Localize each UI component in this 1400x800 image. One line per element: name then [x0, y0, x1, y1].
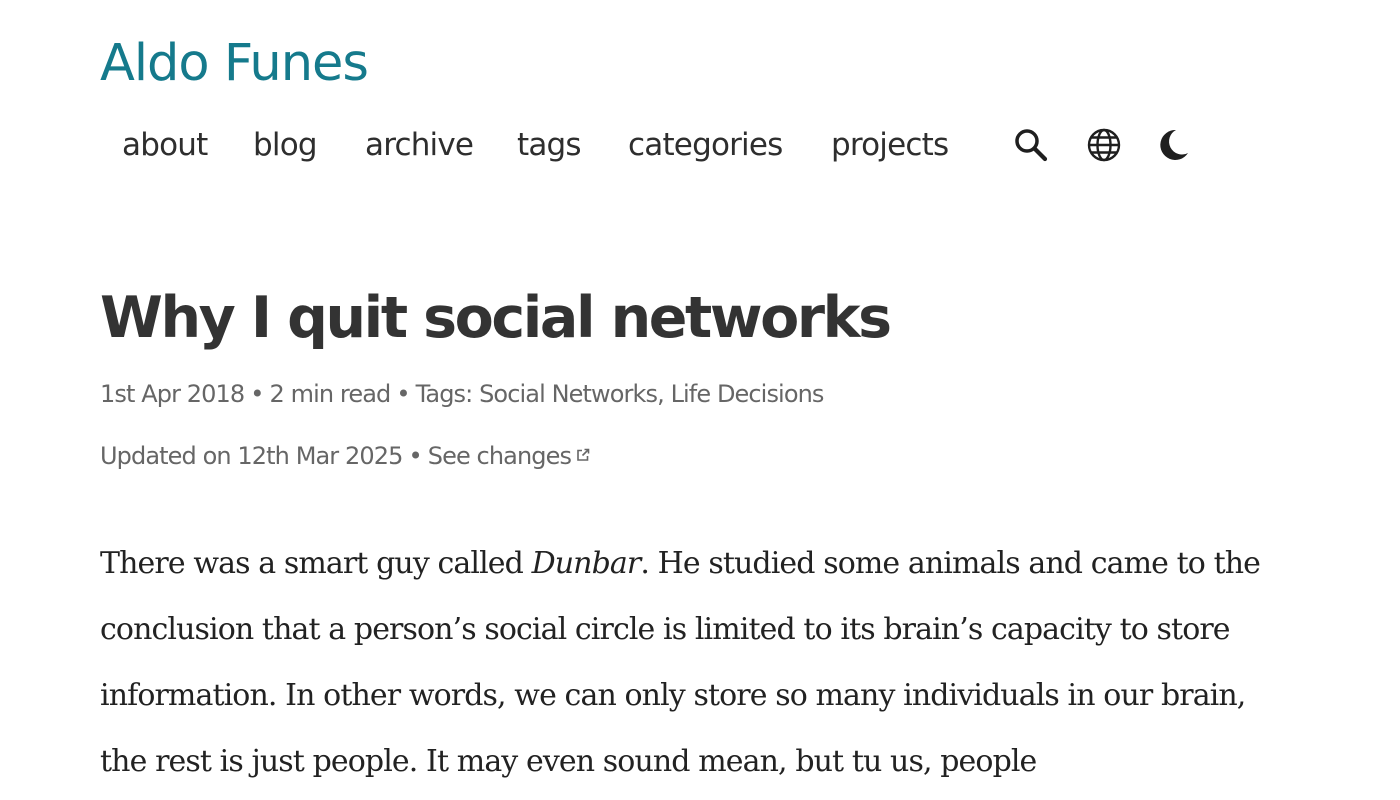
- tag-separator: ,: [657, 380, 665, 408]
- read-time: 2 min read: [269, 380, 392, 408]
- nav-item-categories[interactable]: categories: [628, 118, 783, 172]
- nav-item-about[interactable]: about: [122, 118, 208, 172]
- post-date: 1st Apr 2018: [100, 380, 245, 408]
- globe-icon[interactable]: [1085, 126, 1123, 164]
- body-emphasis-dunbar: Dunbar: [531, 546, 642, 581]
- nav-item-archive[interactable]: archive: [365, 118, 474, 172]
- post-meta: 1st Apr 2018 • 2 min read • Tags: Social Net…: [100, 378, 824, 410]
- see-changes-label: See changes: [427, 442, 572, 470]
- site-title[interactable]: Aldo Funes: [100, 30, 369, 98]
- tag-link-life-decisions[interactable]: Life Decisions: [671, 380, 825, 408]
- post-title: Why I quit social networks: [100, 285, 892, 351]
- post-body-paragraph: There was a smart guy called Dunbar. He …: [100, 531, 1290, 795]
- nav-item-blog[interactable]: blog: [253, 118, 318, 172]
- moon-icon[interactable]: [1154, 126, 1192, 164]
- external-link-icon: [575, 447, 591, 463]
- body-text: There was a smart guy called: [100, 546, 532, 581]
- nav-item-tags[interactable]: tags: [517, 118, 582, 172]
- nav-item-projects[interactable]: projects: [831, 118, 949, 172]
- tag-link-social-networks[interactable]: Social Networks: [479, 380, 658, 408]
- main-nav: about blog archive tags categories proje…: [100, 118, 1220, 172]
- tags-label: Tags:: [415, 380, 474, 408]
- meta-separator: •: [250, 380, 264, 408]
- meta-separator: •: [408, 442, 422, 470]
- post-updated-meta: Updated on 12th Mar 2025 • See changes: [100, 440, 591, 472]
- search-icon[interactable]: [1012, 126, 1050, 164]
- updated-date: Updated on 12th Mar 2025: [100, 442, 403, 470]
- meta-separator: •: [396, 380, 410, 408]
- see-changes-link[interactable]: See changes: [428, 442, 591, 470]
